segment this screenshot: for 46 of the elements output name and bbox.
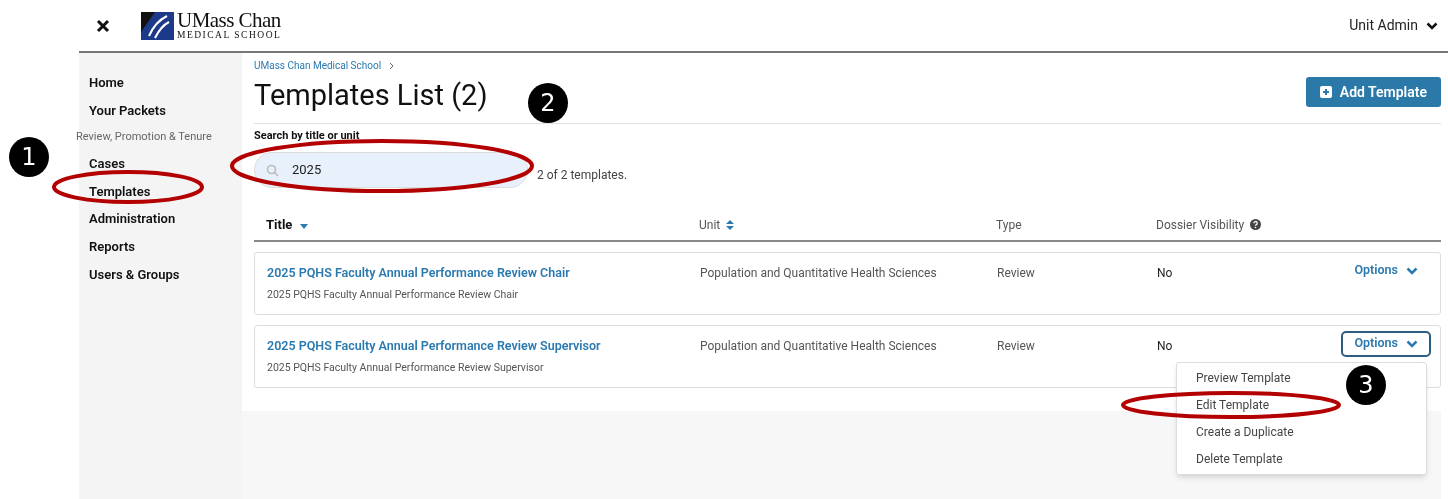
close-icon[interactable] (96, 18, 110, 33)
step-marker: 1 (9, 137, 49, 177)
result-count: 2 of 2 templates. (537, 166, 628, 184)
page-title: Templates List (2) (254, 78, 488, 112)
sidebar-item[interactable]: Home (89, 69, 124, 97)
visibility-cell-text: No (1157, 264, 1174, 282)
sidebar-item[interactable]: Administration (89, 205, 176, 233)
template-title-link[interactable]: 2025 PQHS Faculty Annual Performance Review Chair (267, 263, 570, 283)
template-subtitle: 2025 PQHS Faculty Annual Performance Review Chair (267, 287, 520, 303)
sidebar-item[interactable]: Users & Groups (89, 260, 180, 289)
column-header[interactable]: Type (996, 215, 1022, 234)
add-template-button[interactable]: Add Template (1305, 77, 1441, 107)
logo-title: UMass Chan (177, 10, 282, 32)
column-header[interactable]: Dossier Visibility (1156, 215, 1245, 234)
logo-subtitle: MEDICAL SCHOOL (177, 31, 282, 41)
plus-square-icon (1319, 86, 1332, 98)
user-menu[interactable]: Unit Admin (1349, 15, 1438, 36)
sidebar-section: Review, Promotion & Tenure (76, 124, 242, 151)
chevron-down-icon (1406, 266, 1418, 275)
search-label: Search by title or unit (254, 128, 361, 144)
search-field[interactable]: 2025 (254, 151, 528, 188)
type-cell-text: Review (997, 264, 1036, 282)
logo-icon (141, 11, 174, 40)
sidebar-item[interactable]: Reports (89, 232, 135, 261)
menu-item[interactable]: Preview Template (1196, 370, 1291, 385)
visibility-cell-text: No (1157, 337, 1174, 355)
template-subtitle: 2025 PQHS Faculty Annual Performance Review Supervisor (267, 360, 545, 376)
sidebar-item[interactable]: Templates (89, 177, 151, 206)
menu-item[interactable]: Edit Template (1196, 397, 1269, 412)
breadcrumb-link[interactable]: UMass Chan Medical School (254, 58, 382, 73)
unit-cell-text: Population and Quantitative Health Sciences (700, 264, 938, 282)
search-icon (266, 163, 279, 177)
template-title-link[interactable]: 2025 PQHS Faculty Annual Performance Review Supervisor (267, 336, 601, 356)
menu-item[interactable]: Delete Template (1196, 451, 1283, 466)
type-cell-text: Review (997, 337, 1036, 355)
unit-cell-text: Population and Quantitative Health Sciences (700, 337, 938, 355)
chevron-down-icon (1426, 21, 1438, 30)
options-button[interactable]: Options (1341, 330, 1431, 357)
sidebar-item[interactable]: Cases (89, 150, 125, 178)
chevron-right-icon (389, 61, 395, 70)
options-button[interactable]: Options (1341, 257, 1431, 284)
chevron-down-icon (1406, 339, 1418, 348)
column-header[interactable]: Title (266, 214, 293, 235)
sidebar-item[interactable]: Your Packets (89, 96, 166, 125)
column-header[interactable]: Unit (699, 215, 721, 234)
menu-item[interactable]: Create a Duplicate (1196, 424, 1294, 439)
